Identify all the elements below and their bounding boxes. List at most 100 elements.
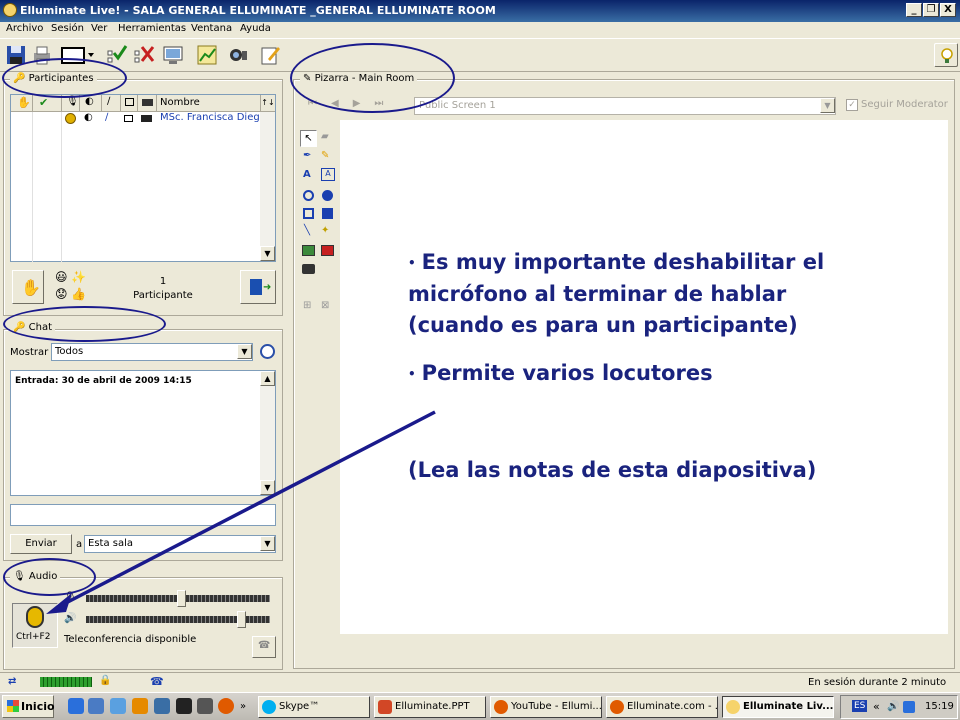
firefox-quicklaunch-icon[interactable] [218,698,234,714]
scroll-down-icon[interactable]: ▼ [260,480,275,495]
presence-col-icon[interactable]: ◐ [80,95,102,111]
graph-icon[interactable] [195,43,219,67]
group-tool-icon[interactable]: ⊞ [303,300,311,311]
select-tool-icon[interactable]: ↖ [300,130,317,147]
clipart-tool-icon[interactable] [321,245,334,256]
recipient-select[interactable]: Esta sala ▼ [84,535,276,553]
raise-hand-button[interactable]: ✋ [12,270,44,304]
scroll-down-icon[interactable]: ▼ [260,246,275,261]
applause-icon[interactable]: ✨ [71,270,86,284]
participants-scrollbar[interactable]: ▼ [260,112,275,261]
camera-col-icon[interactable] [138,95,157,111]
magic-wand-tool-icon[interactable]: ✦ [321,225,329,236]
scroll-up-icon[interactable]: ▲ [260,371,275,386]
start-button[interactable]: Inicio [2,695,55,718]
window-col-icon[interactable] [121,95,138,111]
poll-clear-icon[interactable] [132,43,156,67]
screenshot-tool-icon[interactable] [302,264,315,274]
smile-icon[interactable]: 😃 [55,270,68,284]
close-button[interactable]: X [940,3,956,17]
language-indicator[interactable]: ES [852,700,868,712]
edit-icon[interactable] [258,43,282,67]
media-quicklaunch-icon[interactable] [132,698,148,714]
image-tool-icon[interactable] [302,245,315,256]
app-quicklaunch-icon[interactable] [176,698,192,714]
menu-archivo[interactable]: Archivo [6,23,43,34]
pen-col-icon[interactable]: ∕ [102,95,121,111]
webcam-icon[interactable] [226,43,250,67]
quicklaunch-more-icon[interactable]: » [240,701,246,712]
app-share-icon[interactable] [161,43,185,67]
menu-ventana[interactable]: Ventana [191,23,232,34]
bullet-1-line-2: micrófono al terminar de hablar [408,281,787,306]
text-box-tool-icon[interactable]: A [321,168,335,181]
chat-scrollbar[interactable]: ▲ ▼ [260,371,275,495]
chevron-down-icon[interactable]: ▼ [237,344,252,359]
window-title: Elluminate Live! - SALA GENERAL ELLUMINA… [20,4,496,17]
connection-meter [40,677,92,687]
task-elluminate-live[interactable]: Elluminate Liv... [722,696,834,718]
telephone-icon[interactable]: ☎ [150,675,164,688]
task-skype[interactable]: Skype™ [258,696,370,718]
chevron-down-icon[interactable]: ▼ [260,536,275,551]
capture-quicklaunch-icon[interactable] [197,698,213,714]
screen-select[interactable]: Public Screen 1 ▼ [414,97,836,115]
confused-icon[interactable]: 😟 [55,287,68,301]
text-tool-icon[interactable]: A [303,169,311,180]
task-elluminate-web-label: Elluminate.com - ... [627,701,718,712]
clock-icon[interactable] [260,344,275,359]
mic-volume-slider[interactable] [86,590,270,607]
mic-slider-thumb[interactable] [177,590,186,607]
show-select[interactable]: Todos ▼ [51,343,253,361]
lightbulb-icon[interactable] [934,43,958,67]
menu-ver[interactable]: Ver [91,23,107,34]
exit-room-button[interactable]: ➜ [240,270,276,304]
ungroup-tool-icon[interactable]: ⊠ [321,300,329,311]
menu-sesion[interactable]: Sesión [51,23,84,34]
filled-circle-tool-icon[interactable] [322,190,333,201]
menu-ayuda[interactable]: Ayuda [240,23,271,34]
minimize-button[interactable]: _ [906,3,922,17]
volume-tray-icon[interactable]: 🔊 [887,701,899,712]
rectangle-tool-icon[interactable] [303,208,314,219]
speaker-volume-slider[interactable] [86,611,270,628]
speaker-slider-thumb[interactable] [237,611,246,628]
tray-expand[interactable]: « [873,700,880,713]
elluminate-icon [726,700,740,714]
restore-button[interactable]: ❐ [923,3,939,17]
emoticon-group: 😃 ✨ 😟 👍 [54,270,90,304]
sort-toggle[interactable]: ↑↓ [261,95,275,111]
window-status-icon [124,115,133,122]
network-tray-icon[interactable] [903,701,915,713]
task-elluminate-web[interactable]: Elluminate.com - ... [606,696,718,718]
annotation-ellipse-chat [3,306,166,342]
task-ppt-label: Elluminate.PPT [395,701,470,712]
thumbs-icon[interactable]: 👍 [71,287,86,301]
line-tool-icon[interactable]: ╲ [304,225,310,236]
ie-quicklaunch-icon[interactable] [68,698,84,714]
outlook-quicklaunch-icon[interactable] [88,698,104,714]
talk-button[interactable]: Ctrl+F2 [12,603,58,648]
main-toolbar [0,38,960,72]
pen-tool-icon[interactable]: ✒ [303,150,311,161]
filled-rectangle-tool-icon[interactable] [322,208,333,219]
phone-button[interactable]: ☎ [252,636,276,658]
session-duration: En sesión durante 2 minuto [808,677,947,688]
bullet-1: • Es muy importante deshabilitar el micró… [408,247,824,341]
chevron-down-icon[interactable]: ▼ [820,98,835,113]
participant-count: 1 [159,276,167,287]
hand-col-icon[interactable]: ✋ [11,95,33,111]
marker-tool-icon[interactable]: ✎ [321,150,329,161]
task-ppt[interactable]: Elluminate.PPT [374,696,486,718]
chat-input[interactable] [10,504,276,526]
word-quicklaunch-icon[interactable] [154,698,170,714]
send-button[interactable]: Enviar [10,534,72,554]
task-youtube[interactable]: YouTube - Ellumi... [490,696,602,718]
desktop-quicklaunch-icon[interactable] [110,698,126,714]
name-column-header[interactable]: Nombre [157,95,261,111]
menu-herramientas[interactable]: Herramientas [118,23,186,34]
follow-moderator-checkbox[interactable]: ✓ [846,99,858,111]
participant-row[interactable]: ◐ ∕ MSc. Francisca Dieg… [11,112,270,126]
highlighter-tool-icon[interactable]: ▰ [321,131,329,142]
circle-tool-icon[interactable] [303,190,314,201]
